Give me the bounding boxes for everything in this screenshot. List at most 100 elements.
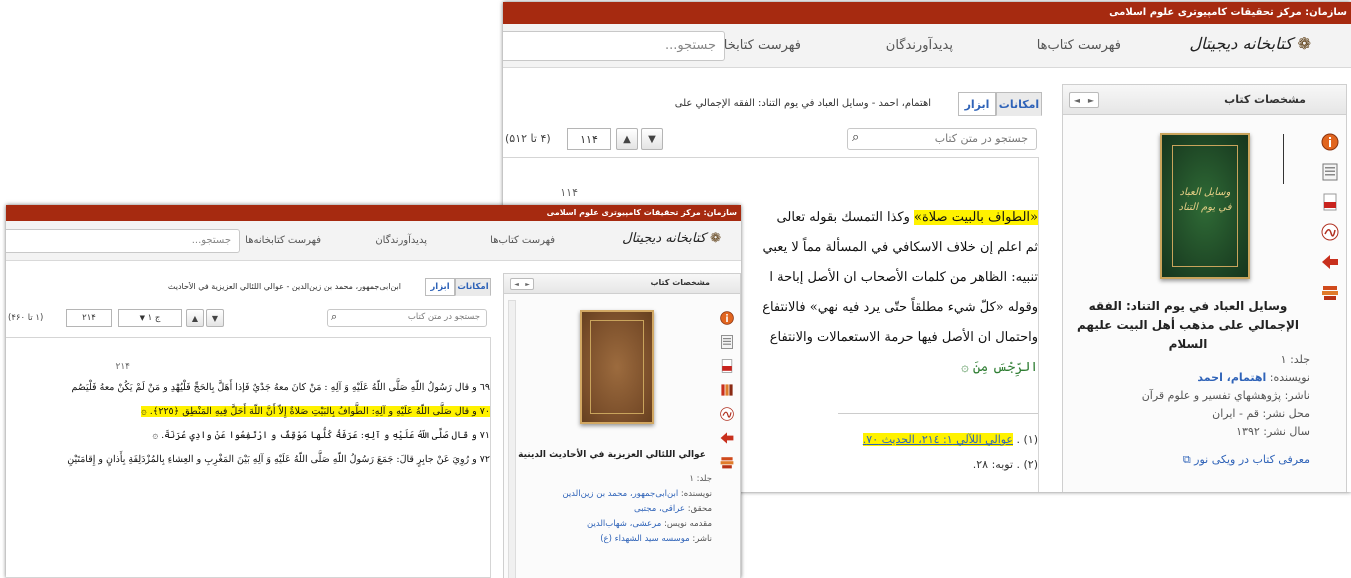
book-breadcrumb: ابن‌ابی‌جمهور، محمد بن زین‌الدین - عوالي… xyxy=(167,282,401,291)
logo-text: کتابخانه دیجیتال xyxy=(622,231,706,246)
share-arrow-icon[interactable] xyxy=(718,426,736,450)
logo-text: کتابخانه دیجیتال xyxy=(1189,34,1293,53)
pdf-icon[interactable] xyxy=(718,354,736,378)
panel-title: مشخصات کتاب xyxy=(1224,93,1306,106)
pdf-icon[interactable] xyxy=(1319,187,1341,217)
meta-editor-link[interactable]: عراقی، مجتبی xyxy=(634,504,685,514)
page-up-button[interactable]: ▲ xyxy=(186,309,204,327)
chapter-select[interactable]: ج ۱ ▼ xyxy=(118,309,182,327)
meta-author-link[interactable]: اهتمام، احمد xyxy=(1197,371,1266,384)
library-icon[interactable] xyxy=(718,378,736,402)
tab-capabilities[interactable]: امکانات xyxy=(455,278,491,296)
footnote-1-link[interactable]: عوالي اللآلي ١: ٢١٤، الحديث ٧٠. xyxy=(862,433,1013,446)
meta-publisher-link[interactable]: موسسه سید الشهداء (ع) xyxy=(600,534,689,544)
page-down-button[interactable]: ▼ xyxy=(206,309,224,327)
meta-publisher: ناشر: پژوهشهاي تفسير و علوم قرآن xyxy=(1141,389,1310,402)
tab-capabilities[interactable]: امکانات xyxy=(996,92,1042,116)
book-tools-iconbar xyxy=(716,306,738,474)
panel-header: مشخصات کتاب ◄ ► xyxy=(1063,85,1346,115)
main-nav: ❁ کتابخانه دیجیتال فهرست کتاب‌ها پدیدآور… xyxy=(6,221,741,261)
search-icon[interactable]: ⌕ xyxy=(852,130,859,145)
pager-prev-icon[interactable]: ◄ xyxy=(511,279,522,289)
text-line-4: وقوله «كلّ شيء مطلقاً حتّى يرد فيه نهي» … xyxy=(762,300,1038,315)
panel-title: مشخصات کتاب xyxy=(650,278,710,287)
logo-emblem-icon: ❁ xyxy=(710,231,721,246)
book-metadata: جلد: ۱ نویسنده: ابن‌ابی‌جمهور، محمد بن ز… xyxy=(562,472,712,547)
site-logo[interactable]: ❁ کتابخانه دیجیتال xyxy=(622,231,721,246)
book-info-icon[interactable] xyxy=(718,306,736,330)
panel-header: مشخصات کتاب ◄ ► xyxy=(504,274,740,294)
meta-author-row: نویسنده: اهتمام، احمد xyxy=(1197,371,1310,384)
text-line-2: ثم اعلم إن خلاف الاسكافي في المسألة مماً… xyxy=(762,240,1038,255)
external-link-icon: ⧉ xyxy=(1182,453,1191,466)
site-search-input[interactable]: جستجو... xyxy=(6,229,240,253)
nav-libraries-link[interactable]: فهرست کتابخانه‌ها xyxy=(245,235,321,246)
book-title: عوالي اللئالي العزيزية في الأحاديث الدين… xyxy=(518,450,706,460)
panel-pager[interactable]: ◄ ► xyxy=(1069,92,1099,108)
meta-year: سال نشر: ۱۳۹۲ xyxy=(1236,425,1310,438)
page-number: ۲۱۴ xyxy=(115,362,130,372)
text-line-6: الرِّجْسَ مِنَ ۞ xyxy=(961,360,1038,375)
share-arrow-icon[interactable] xyxy=(1319,247,1341,277)
books-stack-icon[interactable] xyxy=(718,450,736,474)
panel-pager[interactable]: ◄ ► xyxy=(510,278,534,290)
tab-tools[interactable]: ابزار xyxy=(425,278,455,296)
front-browser-window: سازمان: مرکز تحقیقات کامپیوتری علوم اسلا… xyxy=(6,205,741,578)
book-info-panel: مشخصات کتاب ◄ ► xyxy=(503,273,741,578)
cover-title: وسایل العباد في يوم التناد xyxy=(1178,187,1232,213)
meta-author-row: نویسنده: ابن‌ابی‌جمهور، محمد بن زین‌الدی… xyxy=(562,489,712,499)
table-of-contents-icon[interactable] xyxy=(1319,157,1341,187)
book-cover-image: وسایل العباد في يوم التناد xyxy=(1160,133,1250,279)
in-book-search-input[interactable]: جستجو در متن کتاب ⌕ xyxy=(847,128,1037,150)
signature-icon[interactable] xyxy=(1319,217,1341,247)
page-number-input[interactable]: ۲۱۴ xyxy=(66,309,112,327)
in-book-search-input[interactable]: جستجو در متن کتاب ⌕ xyxy=(327,309,487,327)
nav-books-link[interactable]: فهرست کتاب‌ها xyxy=(490,235,555,246)
page-up-button[interactable]: ▲ xyxy=(616,128,638,150)
text-cursor xyxy=(1283,134,1284,184)
book-cover-image xyxy=(580,310,654,424)
panel-scrollbar[interactable] xyxy=(508,300,516,578)
reader-tabs: امکانات ابزار xyxy=(425,278,491,296)
nav-creators-link[interactable]: پدیدآورندگان xyxy=(375,235,427,246)
org-bar: سازمان: مرکز تحقیقات کامپیوتری علوم اسلا… xyxy=(6,205,741,221)
signature-icon[interactable] xyxy=(718,402,736,426)
text-line-1: ٦٩ و قال رَسُولُ اللّهِ صَلَّى اللّهُ عَ… xyxy=(71,382,490,393)
nav-books-link[interactable]: فهرست کتاب‌ها xyxy=(1037,38,1121,53)
pager-next-icon[interactable]: ► xyxy=(1084,93,1098,107)
meta-editor-row: محقق: عراقی، مجتبی xyxy=(634,504,712,514)
page-range: (۱ تا ۴۶۰) xyxy=(8,313,44,323)
meta-author-link[interactable]: ابن‌ابی‌جمهور، محمد بن زین‌الدین xyxy=(562,489,678,499)
nav-creators-link[interactable]: پدیدآورندگان xyxy=(886,38,953,53)
table-of-contents-icon[interactable] xyxy=(718,330,736,354)
page-down-button[interactable]: ▼ xyxy=(641,128,663,150)
reader-tabs: امکانات ابزار xyxy=(958,92,1042,116)
book-tools-iconbar xyxy=(1316,127,1344,307)
page-number-input[interactable]: ۱۱۴ xyxy=(567,128,611,150)
search-icon[interactable]: ⌕ xyxy=(331,310,337,324)
meta-intro-link[interactable]: مرعشی، شهاب‌الدین xyxy=(587,519,661,529)
meta-intro-row: مقدمه نویس: مرعشی، شهاب‌الدین xyxy=(587,519,712,529)
site-search-input[interactable]: جستجو... xyxy=(503,31,725,61)
footnote-1: (۱) . عوالي اللآلي ١: ٢١٤، الحديث ٧٠. xyxy=(862,433,1038,446)
book-info-icon[interactable] xyxy=(1319,127,1341,157)
footnote-separator xyxy=(838,413,1038,414)
pager-next-icon[interactable]: ► xyxy=(522,279,533,289)
org-bar-text: سازمان: مرکز تحقیقات کامپیوتری علوم اسلا… xyxy=(1109,7,1347,18)
footnote-2: (۲) . توبه: ٢٨. xyxy=(972,458,1038,471)
book-info-panel: مشخصات کتاب ◄ ► xyxy=(1062,84,1347,492)
main-nav: ❁ کتابخانه دیجیتال فهرست کتاب‌ها پدیدآور… xyxy=(503,24,1351,68)
text-line-5: واحتمال ان الأصل فيها حرمة الاستعمالات و… xyxy=(769,330,1038,345)
text-line-3: تنبيه: الظاهر من كلمات الأصحاب ان الأصل … xyxy=(769,270,1038,285)
book-metadata: جلد: ۱ نویسنده: اهتمام، احمد ناشر: پژوهش… xyxy=(1142,351,1310,469)
page-number: ۱۱۴ xyxy=(560,186,578,199)
tab-tools[interactable]: ابزار xyxy=(958,92,996,116)
chevron-down-icon: ▼ xyxy=(139,314,145,322)
meta-publisher-row: ناشر: موسسه سید الشهداء (ع) xyxy=(600,534,712,544)
books-stack-icon[interactable] xyxy=(1319,277,1341,307)
pager-prev-icon[interactable]: ◄ xyxy=(1070,93,1084,107)
wiki-link[interactable]: معرفی کتاب در ویکی نور xyxy=(1194,453,1310,466)
text-line-1: «الطواف بالبيت صلاة» وكذا التمسك بقوله ت… xyxy=(776,210,1038,225)
wiki-link-row[interactable]: معرفی کتاب در ویکی نور ⧉ xyxy=(1142,451,1310,469)
site-logo[interactable]: ❁ کتابخانه دیجیتال xyxy=(1189,34,1311,53)
